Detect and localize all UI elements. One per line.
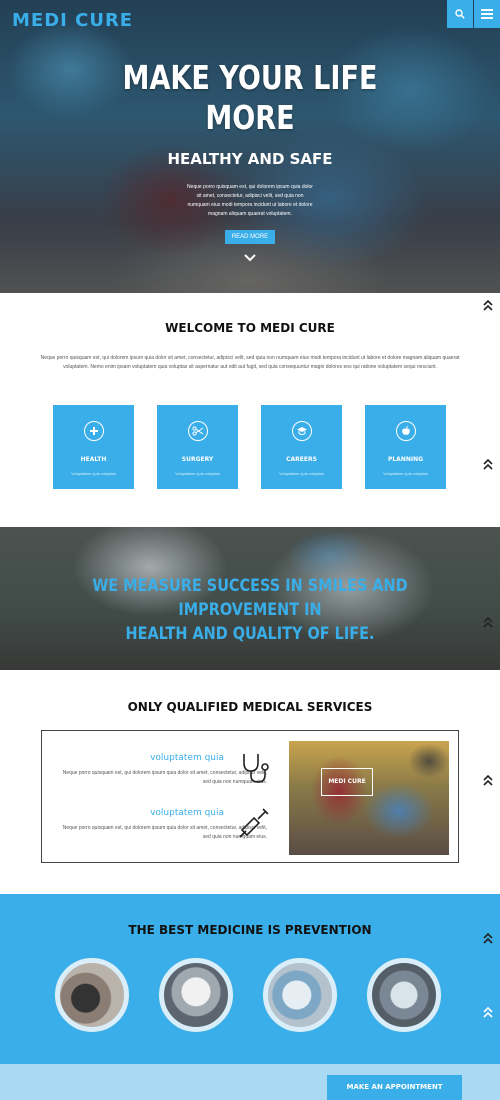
feature-label: PLANNING (387, 456, 424, 463)
hero-description: Neque porro quisquam est, qui dolorem ip… (187, 184, 313, 217)
feature-label: CAREERS (286, 456, 317, 463)
service-title[interactable]: voluptatem quia (150, 753, 224, 763)
feature-card-careers[interactable]: CAREERS Voluptatem quia voluptas (261, 405, 342, 489)
gallery-circle-image[interactable] (159, 958, 233, 1032)
hamburger-menu-icon (481, 9, 493, 19)
hero-title: MAKE YOUR LIFE MORE (45, 58, 455, 138)
quote-text: WE MEASURE SUCCESS IN SMILES AND IMPROVE… (63, 574, 437, 646)
chevron-down-icon[interactable] (244, 254, 256, 262)
read-more-button[interactable]: READ MORE (225, 230, 275, 244)
quote-banner: WE MEASURE SUCCESS IN SMILES AND IMPROVE… (0, 527, 500, 670)
apple-icon (396, 421, 416, 441)
scroll-top-icon[interactable] (483, 459, 493, 471)
search-icon (455, 9, 465, 19)
gallery-circle-image[interactable] (55, 958, 129, 1032)
photo-label: MEDI CURE (321, 768, 373, 796)
prevention-section: THE BEST MEDICINE IS PREVENTION (0, 894, 500, 1064)
services-title: ONLY QUALIFIED MEDICAL SERVICES (127, 700, 373, 714)
syringe-icon (239, 808, 269, 838)
scissors-icon (188, 421, 208, 441)
hero-subtitle: HEALTHY AND SAFE (167, 150, 333, 168)
search-button[interactable] (447, 0, 473, 28)
scroll-top-icon[interactable] (483, 300, 493, 312)
quote-line-2: HEALTH AND QUALITY OF LIFE. (125, 624, 375, 644)
services-photo: MEDI CURE (289, 741, 449, 855)
feature-description: Voluptatem quia voluptas (383, 471, 428, 476)
make-appointment-button[interactable]: MAKE AN APPOINTMENT (327, 1075, 462, 1100)
feature-label: SURGERY (181, 456, 214, 463)
gallery-circle-image[interactable] (367, 958, 441, 1032)
graduation-cap-icon (292, 421, 312, 441)
gallery-circle-image[interactable] (263, 958, 337, 1032)
hero-section: MEDI CURE MAKE YOUR LIFE MORE HEALTHY AN… (0, 0, 500, 293)
welcome-text: Neque porro quisquam est, qui dolorem ip… (40, 355, 460, 370)
scroll-top-icon[interactable] (483, 1007, 493, 1019)
feature-label: HEALTH (80, 456, 107, 463)
welcome-title: WELCOME TO MEDI CURE (165, 321, 335, 335)
scroll-top-icon[interactable] (483, 933, 493, 945)
service-title[interactable]: voluptatem quia (150, 808, 224, 818)
services-panel: voluptatem quia Neque porro quisquam est… (41, 730, 459, 863)
hero-title-line-2: MORE (205, 98, 295, 137)
scroll-top-icon[interactable] (483, 617, 493, 629)
stethoscope-icon (243, 754, 269, 783)
service-text: Neque porro quisquam est, qui dolorem ip… (62, 770, 267, 785)
feature-description: Voluptatem quia voluptas (175, 471, 220, 476)
hero-title-line-1: MAKE YOUR LIFE (122, 58, 378, 97)
feature-description: Voluptatem quia voluptas (279, 471, 324, 476)
hero-image-overlay (0, 0, 500, 293)
site-logo[interactable]: MEDI CURE (12, 10, 133, 31)
service-text: Neque porro quisquam est, qui dolorem ip… (62, 825, 267, 840)
scroll-top-icon[interactable] (483, 775, 493, 787)
menu-button[interactable] (474, 0, 500, 28)
plus-icon (84, 421, 104, 441)
feature-card-planning[interactable]: PLANNING Voluptatem quia voluptas (365, 405, 446, 489)
feature-card-surgery[interactable]: SURGERY Voluptatem quia voluptas (157, 405, 238, 489)
feature-description: Voluptatem quia voluptas (71, 471, 116, 476)
quote-line-1: WE MEASURE SUCCESS IN SMILES AND IMPROVE… (92, 576, 408, 620)
prevention-title: THE BEST MEDICINE IS PREVENTION (128, 923, 372, 937)
feature-card-health[interactable]: HEALTH Voluptatem quia voluptas (53, 405, 134, 489)
